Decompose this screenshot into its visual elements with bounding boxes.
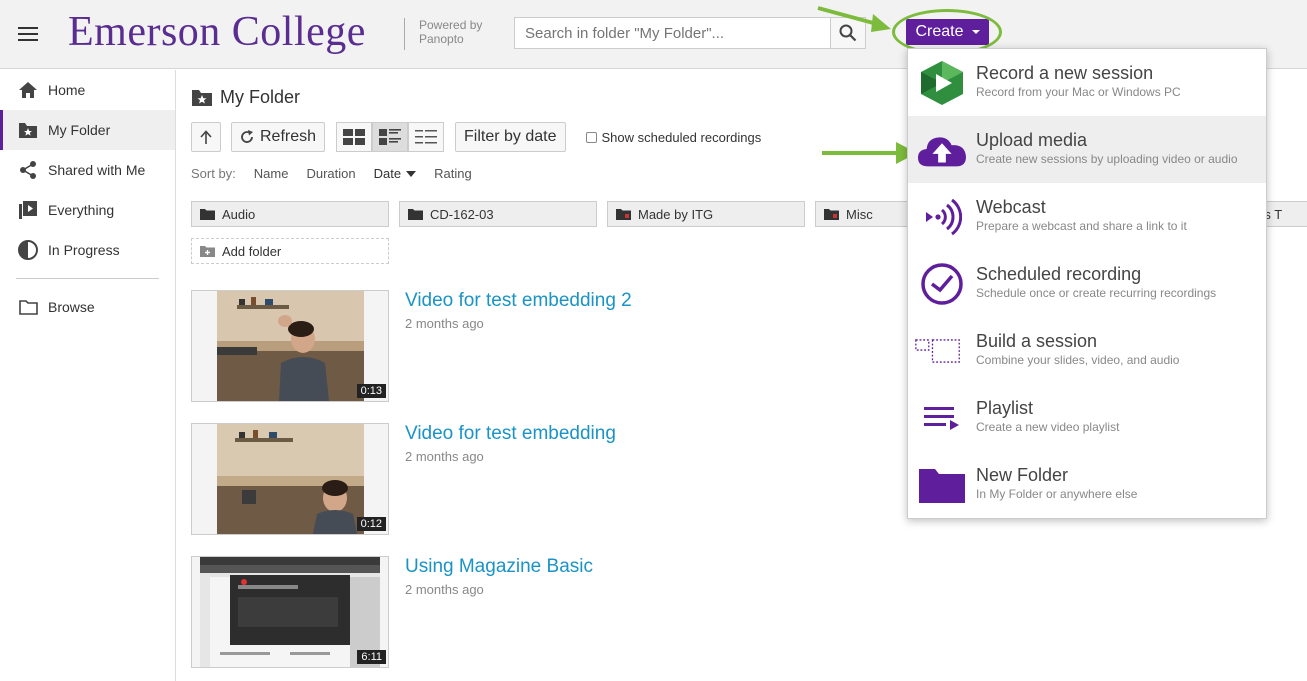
folder-chip-audio[interactable]: Audio <box>191 201 389 227</box>
search-box <box>514 17 866 49</box>
session-row: 0:12 Video for test embedding 2 months a… <box>191 423 891 535</box>
create-button[interactable]: Create <box>906 19 989 45</box>
menu-item-playlist[interactable]: Playlist Create a new video playlist <box>908 384 1266 451</box>
sidebar-divider <box>16 278 159 279</box>
college-logo[interactable]: Emerson College <box>68 8 366 56</box>
menu-item-scheduled-recording[interactable]: Scheduled recording Schedule once or cre… <box>908 250 1266 317</box>
folder-icon <box>918 461 966 509</box>
hamburger-menu-icon[interactable] <box>18 27 38 41</box>
clock-icon <box>918 260 966 308</box>
toolbar: Refresh Filter by date Show scheduled re… <box>191 122 761 152</box>
session-date: 2 months ago <box>405 449 484 464</box>
session-date: 2 months ago <box>405 316 484 331</box>
sort-date[interactable]: Date <box>374 166 417 181</box>
menu-item-webcast[interactable]: Webcast Prepare a webcast and share a li… <box>908 183 1266 250</box>
sort-name[interactable]: Name <box>254 166 289 181</box>
show-scheduled-checkbox[interactable] <box>585 131 597 143</box>
create-dropdown-menu: Record a new session Record from your Ma… <box>907 48 1267 519</box>
duration-badge: 0:13 <box>356 384 386 398</box>
view-mode-group <box>336 122 445 152</box>
show-scheduled-toggle[interactable]: Show scheduled recordings <box>585 130 761 145</box>
folder-icon <box>824 209 839 220</box>
refresh-icon <box>241 130 253 143</box>
menu-item-build-session[interactable]: Build a session Combine your slides, vid… <box>908 317 1266 384</box>
playlist-icon <box>918 394 966 442</box>
view-list-button[interactable] <box>408 122 445 152</box>
refresh-button[interactable]: Refresh <box>231 122 326 152</box>
view-detail-button[interactable] <box>372 122 409 152</box>
star-folder-icon <box>18 120 38 140</box>
cloud-upload-icon <box>918 126 966 174</box>
folder-chip-cd-162-03[interactable]: CD-162-03 <box>399 201 597 227</box>
search-icon <box>839 24 857 42</box>
duration-badge: 6:11 <box>357 650 386 664</box>
home-icon <box>18 80 38 100</box>
sidebar-item-shared[interactable]: Shared with Me <box>0 150 175 190</box>
add-folder-icon <box>200 246 215 257</box>
search-input[interactable] <box>515 18 830 48</box>
grid-view-icon <box>343 129 366 145</box>
folder-icon <box>200 209 215 220</box>
progress-circle-icon <box>18 240 38 260</box>
session-title-link[interactable]: Video for test embedding 2 <box>405 290 632 312</box>
sort-bar: Sort by: Name Duration Date Rating <box>191 166 472 181</box>
arrow-up-icon <box>200 130 212 144</box>
session-date: 2 months ago <box>405 582 484 597</box>
filter-by-date-button[interactable]: Filter by date <box>455 122 566 152</box>
sidebar-item-browse[interactable]: Browse <box>0 287 175 327</box>
play-stack-icon <box>18 200 38 220</box>
sidebar-item-home[interactable]: Home <box>0 70 175 110</box>
webcast-icon <box>918 193 966 241</box>
session-title-link[interactable]: Using Magazine Basic <box>405 556 593 578</box>
panopto-record-icon <box>918 59 966 107</box>
sidebar-item-my-folder[interactable]: My Folder <box>0 110 175 150</box>
parent-folder-button[interactable] <box>191 122 221 152</box>
menu-item-new-folder[interactable]: New Folder In My Folder or anywhere else <box>908 451 1266 518</box>
menu-item-upload-media[interactable]: Upload media Create new sessions by uplo… <box>908 116 1266 183</box>
share-icon <box>18 160 38 180</box>
powered-by-panopto: Powered by Panopto <box>404 18 482 50</box>
search-button[interactable] <box>830 18 865 48</box>
video-thumbnail-image <box>217 291 364 401</box>
menu-item-record[interactable]: Record a new session Record from your Ma… <box>908 49 1266 116</box>
sort-rating[interactable]: Rating <box>434 166 472 181</box>
list-view-icon <box>415 130 438 144</box>
video-thumbnail-image <box>217 424 364 534</box>
detail-view-icon <box>379 129 402 145</box>
session-row: 0:13 Video for test embedding 2 2 months… <box>191 290 891 402</box>
folder-outline-icon <box>18 297 38 317</box>
sort-duration[interactable]: Duration <box>306 166 355 181</box>
sidebar: Home My Folder Shared with Me Everything… <box>0 70 176 681</box>
session-thumbnail[interactable]: 6:11 <box>191 556 389 668</box>
sidebar-item-in-progress[interactable]: In Progress <box>0 230 175 270</box>
page-title: My Folder <box>192 87 300 108</box>
folder-chip-made-by-itg[interactable]: Made by ITG <box>607 201 805 227</box>
view-grid-button[interactable] <box>336 122 373 152</box>
star-folder-icon <box>192 89 212 106</box>
caret-down-icon <box>971 30 980 34</box>
sidebar-item-everything[interactable]: Everything <box>0 190 175 230</box>
folder-icon <box>616 209 631 220</box>
duration-badge: 0:12 <box>356 517 386 531</box>
session-title-link[interactable]: Video for test embedding <box>405 423 616 445</box>
caret-down-icon <box>406 170 417 177</box>
build-session-icon <box>914 327 962 375</box>
add-folder-button[interactable]: Add folder <box>191 238 389 264</box>
session-thumbnail[interactable]: 0:12 <box>191 423 389 535</box>
video-thumbnail-image <box>200 557 380 667</box>
folder-icon <box>408 209 423 220</box>
session-row: 6:11 Using Magazine Basic 2 months ago <box>191 556 891 668</box>
session-thumbnail[interactable]: 0:13 <box>191 290 389 402</box>
